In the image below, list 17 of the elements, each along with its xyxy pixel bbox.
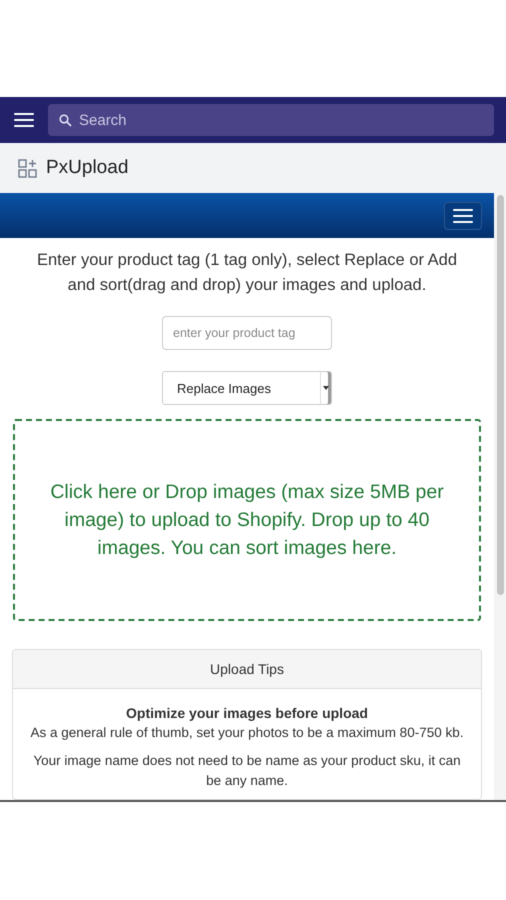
- menu-icon: [14, 112, 34, 128]
- app-title: PxUpload: [46, 157, 128, 179]
- tips-heading: Optimize your images before upload: [126, 704, 368, 723]
- apps-icon: [18, 158, 37, 178]
- caret-icon: [323, 386, 329, 390]
- drop-zone[interactable]: Click here or Drop images (max size 5MB per image) to upload to Shopify. Drop up to 40 images. You can sort images here.: [13, 419, 481, 621]
- tip-text: Your image name does not need to be name as your product sku, it can be any name.: [32, 752, 462, 790]
- search-icon: [59, 114, 72, 127]
- instructions: Enter your product tag (1 tag only), select Replace or Add and sort(drag and drop) your images and upload.: [36, 250, 458, 296]
- menu-icon: [453, 208, 473, 224]
- mode-select[interactable]: Replace Images: [162, 371, 332, 405]
- tip-text: As a general rule of thumb, set your photos to be a maximum 80-750 kb.: [30, 724, 464, 742]
- tag-input[interactable]: enter your product tag: [162, 316, 332, 350]
- menu-button[interactable]: [14, 112, 34, 128]
- menu-button[interactable]: [444, 202, 482, 230]
- search-field[interactable]: Search: [48, 104, 494, 136]
- card-title: Upload Tips: [13, 650, 481, 689]
